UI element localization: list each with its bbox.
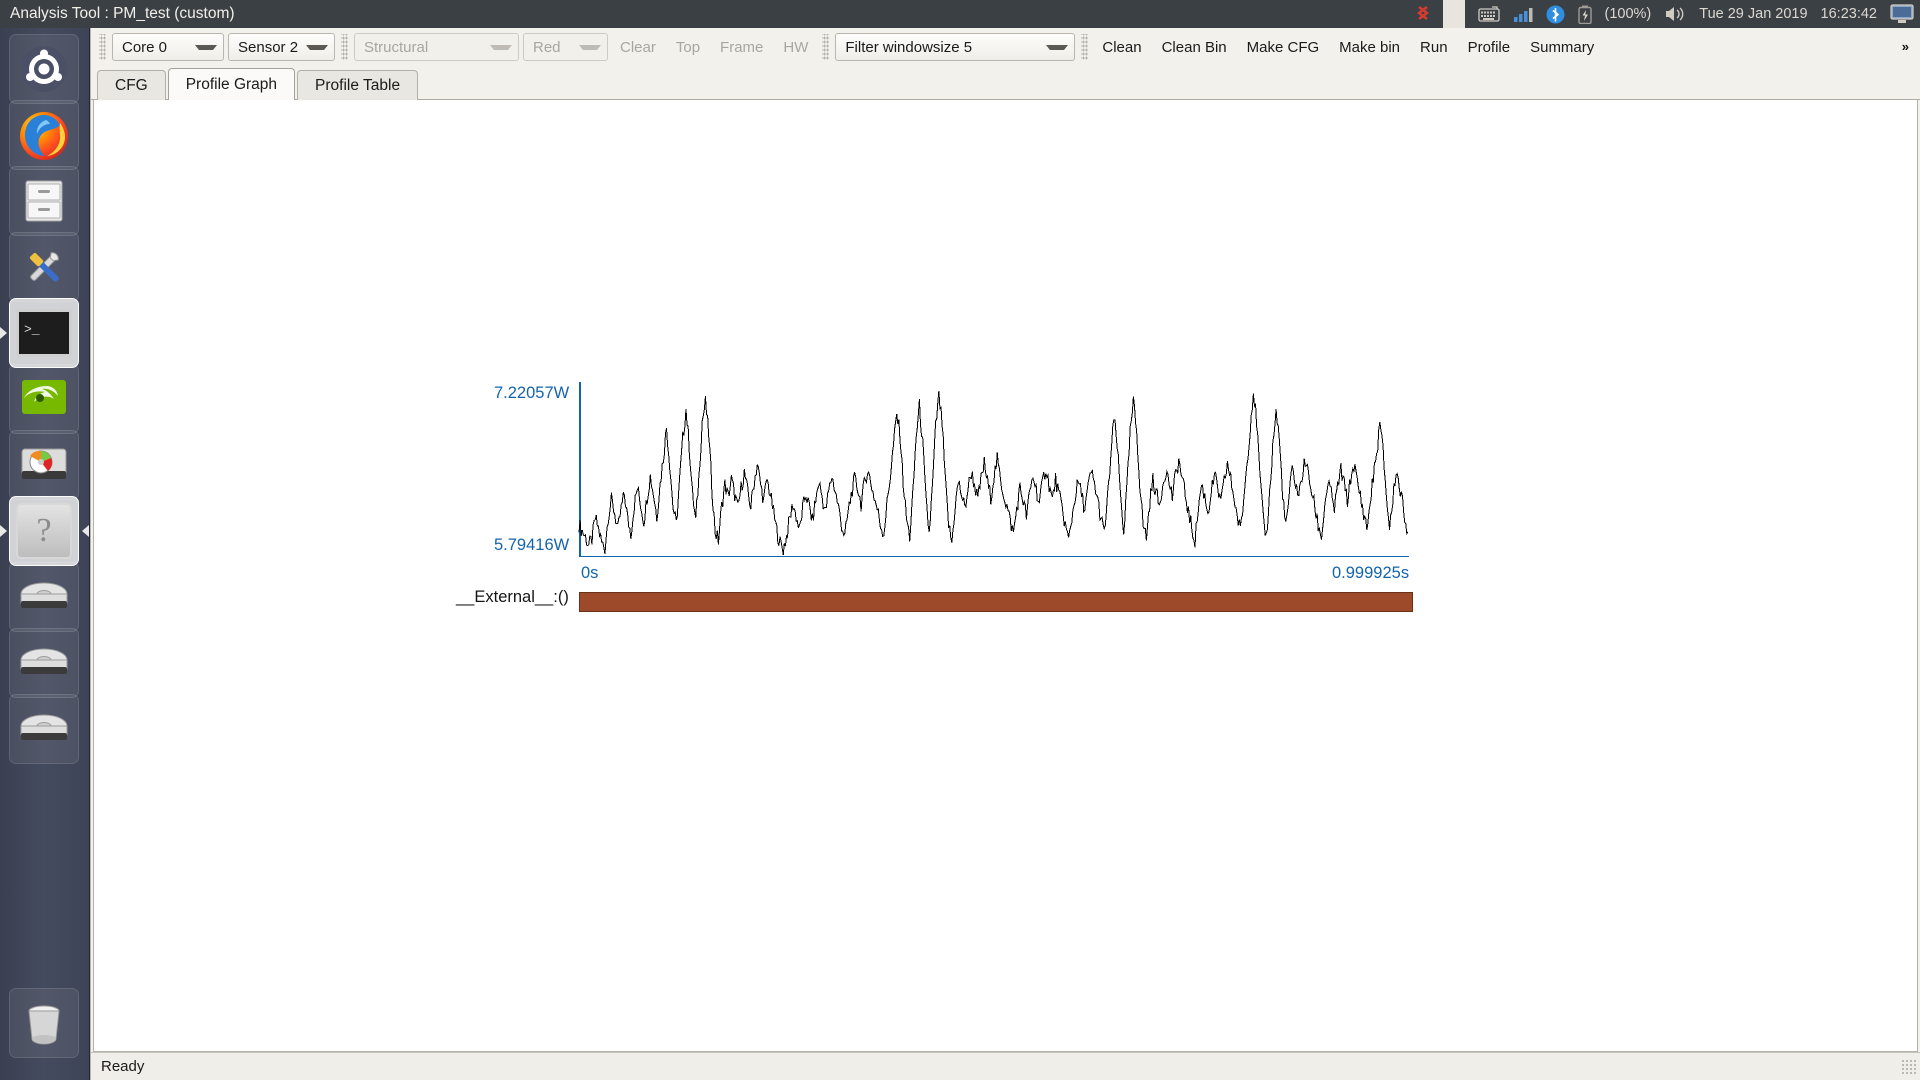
ubuntu-dash-icon[interactable] xyxy=(9,34,79,104)
status-bar: Ready xyxy=(91,1052,1920,1080)
chevron-down-icon xyxy=(1046,44,1069,50)
core-select-value: Core 0 xyxy=(122,38,168,56)
firefox-icon[interactable] xyxy=(9,100,79,170)
nvidia-settings-icon[interactable] xyxy=(9,364,79,434)
terminal-icon[interactable]: >_ xyxy=(9,298,79,368)
frame-button: Frame xyxy=(720,38,764,56)
filter-windowsize-value: Filter windowsize 5 xyxy=(845,38,973,56)
power-trace xyxy=(578,390,1409,556)
timeline-row-label: __External__:() xyxy=(456,588,569,606)
chevron-down-icon xyxy=(579,44,601,50)
make-cfg-button[interactable]: Make CFG xyxy=(1237,33,1330,61)
structural-select-value: Structural xyxy=(364,38,429,56)
timeline-bar-external[interactable] xyxy=(579,592,1413,612)
color-select: Red xyxy=(523,33,608,61)
toolbar: Core 0 Sensor 2 Structural Red Clear Top… xyxy=(91,28,1920,66)
clock-date[interactable]: Tue 29 Jan 2019 xyxy=(1699,6,1807,22)
drive-3-icon[interactable] xyxy=(9,694,79,764)
launcher-active-arrow-right-icon xyxy=(82,525,89,537)
toolbar-grip-4[interactable] xyxy=(1081,34,1089,60)
profile-button[interactable]: Profile xyxy=(1458,33,1521,61)
resize-grip[interactable] xyxy=(1901,1058,1917,1075)
toolbar-grip-1[interactable] xyxy=(99,34,106,60)
clean-button[interactable]: Clean xyxy=(1092,33,1151,61)
run-button[interactable]: Run xyxy=(1410,33,1458,61)
filter-windowsize-select[interactable]: Filter windowsize 5 xyxy=(835,33,1076,61)
tab-profile-graph[interactable]: Profile Graph xyxy=(167,68,296,100)
core-select[interactable]: Core 0 xyxy=(112,33,224,61)
disk-usage-icon[interactable] xyxy=(9,430,79,500)
make-bin-button[interactable]: Make bin xyxy=(1329,33,1410,61)
sensor-select[interactable]: Sensor 2 xyxy=(228,33,335,61)
top-button: Top xyxy=(675,38,701,56)
toolbar-grip-3[interactable] xyxy=(822,34,830,60)
trash-icon[interactable] xyxy=(9,988,79,1058)
sensor-select-value: Sensor 2 xyxy=(238,38,299,56)
toolbar-grip-2[interactable] xyxy=(341,34,348,60)
chevron-down-icon xyxy=(490,44,512,50)
top-panel: Analysis Tool : PM_test (custom) (100%) … xyxy=(0,0,1920,28)
summary-button[interactable]: Summary xyxy=(1520,33,1604,61)
color-select-value: Red xyxy=(533,38,561,56)
chevron-down-icon xyxy=(195,44,217,50)
drive-2-icon[interactable] xyxy=(9,628,79,698)
launcher-active-arrow-left-icon xyxy=(0,327,7,339)
application-window: Core 0 Sensor 2 Structural Red Clear Top… xyxy=(90,28,1920,1080)
structural-select: Structural xyxy=(354,33,519,61)
status-message: Ready xyxy=(101,1058,145,1075)
clock-time[interactable]: 16:23:42 xyxy=(1821,6,1877,22)
window-title: Analysis Tool : PM_test (custom) xyxy=(10,5,235,22)
drive-1-icon[interactable] xyxy=(9,562,79,632)
signal-bars-icon[interactable] xyxy=(1513,6,1533,23)
files-icon[interactable] xyxy=(9,166,79,236)
tray-highlight-slot[interactable] xyxy=(1442,0,1465,28)
battery-percent-label: (100%) xyxy=(1604,6,1652,22)
chevron-down-icon xyxy=(306,44,328,50)
profile-graph-canvas[interactable]: 7.22057W 5.79416W 0s 0.999925s __Externa… xyxy=(93,100,1918,1052)
volume-icon[interactable] xyxy=(1664,5,1686,23)
bluetooth-icon[interactable] xyxy=(1546,5,1565,24)
red-indicator-icon[interactable] xyxy=(1416,6,1430,22)
plot-area: 7.22057W 5.79416W 0s 0.999925s __Externa… xyxy=(94,100,1917,1051)
display-session-icon[interactable] xyxy=(1890,4,1914,24)
unity-launcher: >_ ? xyxy=(0,0,90,1080)
clear-button: Clear xyxy=(620,38,656,56)
system-tray: (100%) Tue 29 Jan 2019 16:23:42 xyxy=(1416,0,1920,28)
help-icon[interactable]: ? xyxy=(9,496,79,566)
hw-button: HW xyxy=(783,38,809,56)
desktop: >_ ? Analysis Tool: PM_test (custom) (1… xyxy=(0,0,1920,1080)
keyboard-icon[interactable] xyxy=(1477,5,1500,23)
clean-bin-button[interactable]: Clean Bin xyxy=(1152,33,1237,61)
tab-profile-table[interactable]: Profile Table xyxy=(297,70,419,100)
tab-bar: CFG Profile Graph Profile Table xyxy=(91,66,1920,100)
system-settings-icon[interactable] xyxy=(9,232,79,302)
launcher-active-arrow-left-icon-2 xyxy=(0,525,7,537)
toolbar-overflow-button[interactable]: » xyxy=(1902,39,1909,54)
battery-icon[interactable] xyxy=(1577,5,1592,24)
tab-cfg[interactable]: CFG xyxy=(97,70,166,100)
